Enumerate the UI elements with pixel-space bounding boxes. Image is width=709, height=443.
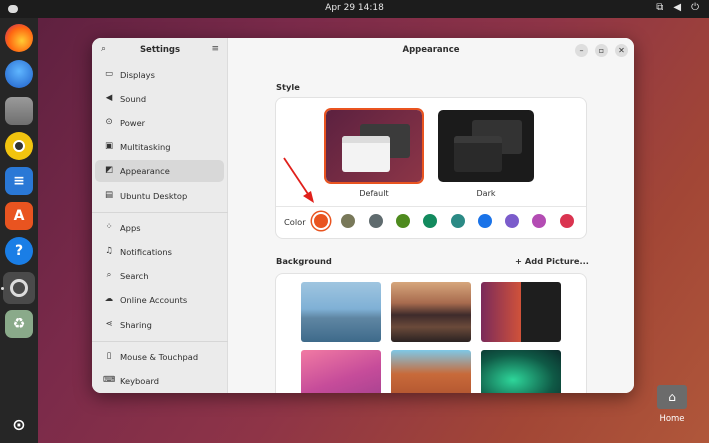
color-swatch[interactable] (368, 214, 383, 228)
firefox-icon[interactable] (5, 24, 33, 52)
wallpaper-thumb-3[interactable] (481, 282, 561, 342)
style-dark-preview[interactable] (438, 110, 534, 182)
color-swatch[interactable] (532, 214, 547, 228)
writer-icon[interactable]: ≡ (5, 167, 33, 195)
network-icon[interactable]: ⧉ (656, 2, 663, 13)
apps-grid-icon[interactable]: ⊙ (5, 410, 33, 438)
thunderbird-icon[interactable] (5, 60, 33, 88)
sidebar-item-sound[interactable]: ◀ Sound (95, 88, 224, 110)
style-card: Default Dark Color (276, 98, 586, 238)
style-section-label: Style (276, 82, 300, 92)
maximize-button[interactable]: ▫ (595, 44, 608, 57)
wallpaper-thumb-1[interactable] (301, 282, 381, 342)
sidebar-separator (92, 212, 228, 213)
preview-dark-window (454, 136, 502, 172)
sidebar-title: Settings (139, 45, 181, 55)
sidebar-item-power[interactable]: ⊙ Power (95, 112, 224, 134)
color-swatch[interactable] (477, 214, 492, 228)
apps-icon: ⁘ (105, 222, 113, 232)
minimize-button[interactable]: – (575, 44, 588, 57)
keyboard-icon: ⌨ (103, 375, 116, 385)
sidebar-item-sharing[interactable]: ⋖ Sharing (95, 314, 224, 336)
style-dark-label: Dark (476, 189, 496, 198)
top-bar: Apr 29 14:18 ⧉ ◀ ⏻ (0, 0, 709, 18)
sidebar-item-ubuntu-desktop[interactable]: ▤ Ubuntu Desktop (95, 185, 224, 207)
app-center-icon[interactable]: A (5, 202, 33, 230)
share-icon: ⋖ (105, 319, 113, 329)
power-icon[interactable]: ⏻ (691, 2, 699, 13)
display-icon: ▭ (104, 69, 114, 79)
volume-icon[interactable]: ◀ (673, 2, 681, 13)
search-icon: ⌕ (106, 270, 112, 280)
sidebar-item-appearance[interactable]: ◩ Appearance (95, 160, 224, 182)
appearance-panel: Appearance – ▫ ✕ Style Default Dark Colo… (228, 38, 634, 393)
sidebar-header: ⌕ Settings ≡ (92, 38, 228, 62)
running-indicator (1, 287, 4, 290)
color-swatch[interactable] (559, 214, 574, 228)
sidebar-item-search[interactable]: ⌕ Search (95, 265, 224, 287)
settings-window: ⌕ Settings ≡ ▭ Displays ◀ Sound ⊙ Power … (92, 38, 634, 393)
home-label: Home (659, 414, 685, 424)
settings-icon[interactable] (3, 272, 35, 304)
sidebar-item-keyboard[interactable]: ⌨ Keyboard (95, 370, 224, 392)
page-title: Appearance (402, 45, 460, 55)
sidebar-item-multitasking[interactable]: ▣ Multitasking (95, 136, 224, 158)
color-swatch[interactable] (395, 214, 410, 228)
speaker-icon: ◀ (105, 93, 113, 103)
color-label: Color (284, 217, 306, 227)
files-icon[interactable] (5, 97, 33, 125)
ubuntu-desktop-icon: ▤ (104, 190, 114, 200)
background-section-label: Background (276, 256, 332, 266)
dock: ≡ A ? ♻ ⊙ (0, 18, 38, 443)
wallpaper-thumb-4[interactable] (301, 350, 381, 393)
color-swatch[interactable] (314, 214, 328, 228)
sidebar-item-notifications[interactable]: ♫ Notifications (95, 241, 224, 263)
style-default-label: Default (359, 189, 389, 198)
clock[interactable]: Apr 29 14:18 (0, 3, 709, 13)
help-icon[interactable]: ? (5, 237, 33, 265)
close-button[interactable]: ✕ (615, 44, 628, 57)
preview-light-window (342, 136, 390, 172)
menu-icon[interactable]: ≡ (211, 44, 219, 54)
color-swatch[interactable] (423, 214, 438, 228)
appearance-icon: ◩ (104, 165, 114, 175)
power-icon: ⊙ (105, 117, 113, 127)
add-picture-button[interactable]: + Add Picture... (515, 256, 589, 266)
trash-icon[interactable]: ♻ (5, 310, 33, 338)
background-card (276, 274, 586, 393)
sidebar-separator (92, 341, 228, 342)
sidebar: ⌕ Settings ≡ ▭ Displays ◀ Sound ⊙ Power … (92, 38, 228, 393)
home-folder-icon[interactable]: ⌂ (657, 385, 687, 409)
system-tray[interactable]: ⧉ ◀ ⏻ (656, 2, 699, 13)
wallpaper-thumb-5[interactable] (391, 350, 471, 393)
sidebar-item-mouse-touchpad[interactable]: ▯ Mouse & Touchpad (95, 346, 224, 368)
style-divider (276, 206, 586, 207)
cloud-icon: ☁ (104, 294, 114, 304)
sidebar-item-displays[interactable]: ▭ Displays (95, 64, 224, 86)
style-default-preview[interactable] (326, 110, 422, 182)
wallpaper-thumb-2[interactable] (391, 282, 471, 342)
color-swatch[interactable] (341, 214, 356, 228)
rhythmbox-icon[interactable] (5, 132, 33, 160)
sidebar-item-apps[interactable]: ⁘ Apps (95, 217, 224, 239)
bell-icon: ♫ (105, 246, 113, 256)
sidebar-item-online-accounts[interactable]: ☁ Online Accounts (95, 289, 224, 311)
multitasking-icon: ▣ (104, 141, 114, 151)
color-swatch[interactable] (450, 214, 465, 228)
mouse-icon: ▯ (106, 351, 112, 361)
color-swatch[interactable] (505, 214, 520, 228)
wallpaper-thumb-6[interactable] (481, 350, 561, 393)
